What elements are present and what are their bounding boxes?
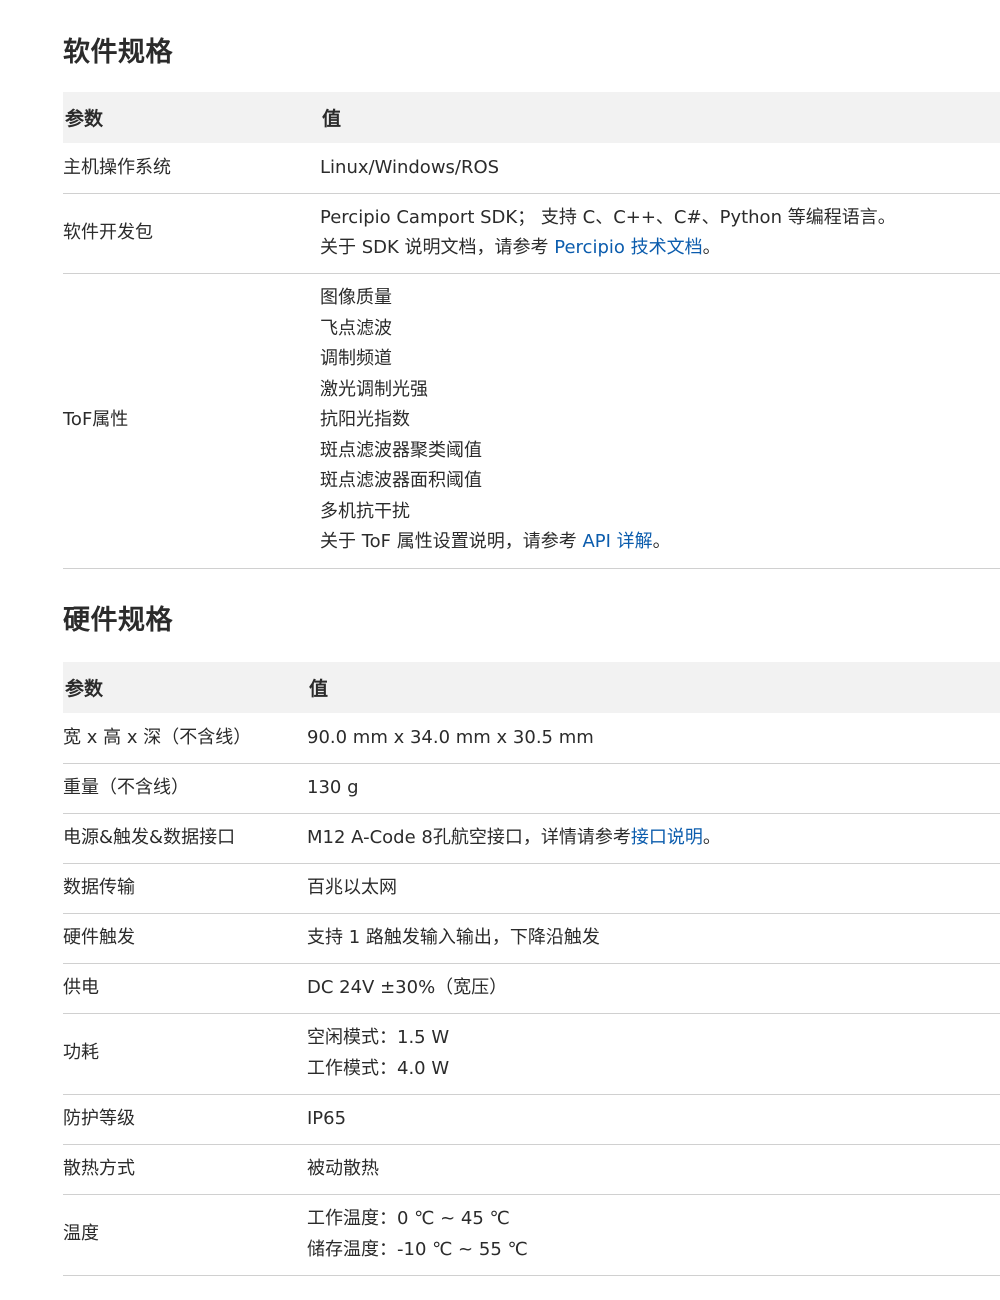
table-row-size: 宽 x 高 x 深（不含线） 90.0 mm x 34.0 mm x 30.5 … <box>63 713 1000 764</box>
software-spec-table: 参数 值 主机操作系统 Linux/Windows/ROS 软件开发包 Perc… <box>63 92 1000 569</box>
param-cell: 主机操作系统 <box>63 143 320 194</box>
value-header: 值 <box>307 662 1000 713</box>
table-header-row: 参数 值 <box>63 92 1000 143</box>
hardware-spec-table: 参数 值 宽 x 高 x 深（不含线） 90.0 mm x 34.0 mm x … <box>63 662 1000 1276</box>
value-header: 值 <box>320 92 1000 143</box>
param-cell: 重量（不含线） <box>63 763 307 814</box>
table-row-transfer: 数据传输 百兆以太网 <box>63 863 1000 914</box>
port-value-prefix: M12 A-Code 8孔航空接口，详情请参考 <box>307 826 631 848</box>
value-cell: Percipio Camport SDK； 支持 C、C++、C#、Python… <box>320 193 1000 274</box>
tof-note-suffix: 。 <box>652 531 671 553</box>
tof-item: 多机抗干扰 <box>320 500 410 522</box>
value-cell: IP65 <box>307 1094 1000 1145</box>
tof-item: 图像质量 <box>320 287 392 309</box>
param-cell: 防护等级 <box>63 1094 307 1145</box>
table-row-power: 供电 DC 24V ±30%（宽压） <box>63 963 1000 1014</box>
param-cell: 宽 x 高 x 深（不含线） <box>63 713 307 764</box>
value-cell: 工作温度：0 ℃ ~ 45 ℃ 储存温度：-10 ℃ ~ 55 ℃ <box>307 1194 1000 1276</box>
sdk-doc-line: 关于 SDK 说明文档，请参考 Percipio 技术文档。 <box>320 233 1000 264</box>
percipio-docs-link[interactable]: Percipio 技术文档 <box>554 237 702 258</box>
table-row-tof: ToF属性 图像质量 飞点滤波 调制频道 激光调制光强 抗阳光指数 斑点滤波器聚… <box>63 273 1000 569</box>
storage-temp-text: 储存温度：-10 ℃ ~ 55 ℃ <box>307 1238 528 1260</box>
table-row-port: 电源&触发&数据接口 M12 A-Code 8孔航空接口，详情请参考接口说明。 <box>63 813 1000 864</box>
tof-item: 抗阳光指数 <box>320 409 410 431</box>
param-cell: 电源&触发&数据接口 <box>63 813 307 864</box>
table-row-consumption: 功耗 空闲模式：1.5 W 工作模式：4.0 W <box>63 1013 1000 1095</box>
param-cell: 功耗 <box>63 1013 307 1095</box>
software-spec-title: 软件规格 <box>63 37 173 68</box>
param-cell: 硬件触发 <box>63 913 307 964</box>
table-row-cooling: 散热方式 被动散热 <box>63 1144 1000 1195</box>
tof-item: 斑点滤波器面积阈值 <box>320 470 482 492</box>
sdk-doc-prefix: 关于 SDK 说明文档，请参考 <box>320 237 555 258</box>
param-cell: 供电 <box>63 963 307 1014</box>
value-cell: 图像质量 飞点滤波 调制频道 激光调制光强 抗阳光指数 斑点滤波器聚类阈值 斑点… <box>320 273 1000 569</box>
param-cell: 数据传输 <box>63 863 307 914</box>
value-cell: 支持 1 路触发输入输出，下降沿触发 <box>307 913 1000 964</box>
param-cell: 温度 <box>63 1194 307 1276</box>
param-cell: 散热方式 <box>63 1144 307 1195</box>
param-cell: 软件开发包 <box>63 193 320 274</box>
value-cell: Linux/Windows/ROS <box>320 143 1000 194</box>
value-cell: 被动散热 <box>307 1144 1000 1195</box>
value-cell: 百兆以太网 <box>307 863 1000 914</box>
port-value-suffix: 。 <box>702 826 721 848</box>
table-row-sdk: 软件开发包 Percipio Camport SDK； 支持 C、C++、C#、… <box>63 193 1000 274</box>
interface-doc-link[interactable]: 接口说明 <box>631 827 703 848</box>
table-row-os: 主机操作系统 Linux/Windows/ROS <box>63 143 1000 194</box>
param-header: 参数 <box>63 92 320 143</box>
sdk-doc-suffix: 。 <box>702 237 721 258</box>
tof-item: 飞点滤波 <box>320 317 392 339</box>
tof-note-prefix: 关于 ToF 属性设置说明，请参考 <box>320 531 583 553</box>
param-header: 参数 <box>63 662 307 713</box>
sdk-languages-text: Percipio Camport SDK； 支持 C、C++、C#、Python… <box>320 206 896 228</box>
value-cell: DC 24V ±30%（宽压） <box>307 963 1000 1014</box>
value-cell: M12 A-Code 8孔航空接口，详情请参考接口说明。 <box>307 813 1000 864</box>
table-row-trigger: 硬件触发 支持 1 路触发输入输出，下降沿触发 <box>63 913 1000 964</box>
param-cell: ToF属性 <box>63 273 320 569</box>
tof-note-line: 关于 ToF 属性设置说明，请参考 API 详解。 <box>320 527 1000 558</box>
value-cell: 90.0 mm x 34.0 mm x 30.5 mm <box>307 713 1000 764</box>
table-header-row: 参数 值 <box>63 662 1000 713</box>
table-row-protection: 防护等级 IP65 <box>63 1094 1000 1145</box>
table-row-weight: 重量（不含线） 130 g <box>63 763 1000 814</box>
table-row-temperature: 温度 工作温度：0 ℃ ~ 45 ℃ 储存温度：-10 ℃ ~ 55 ℃ <box>63 1194 1000 1276</box>
tof-item: 斑点滤波器聚类阈值 <box>320 439 482 461</box>
working-power-text: 工作模式：4.0 W <box>307 1057 450 1079</box>
operating-temp-text: 工作温度：0 ℃ ~ 45 ℃ <box>307 1208 510 1229</box>
value-cell: 空闲模式：1.5 W 工作模式：4.0 W <box>307 1013 1000 1095</box>
api-details-link[interactable]: API 详解 <box>582 531 652 552</box>
value-cell: 130 g <box>307 763 1000 814</box>
tof-item: 调制频道 <box>320 348 392 370</box>
hardware-spec-title: 硬件规格 <box>63 605 173 636</box>
idle-power-text: 空闲模式：1.5 W <box>307 1027 450 1048</box>
tof-item: 激光调制光强 <box>320 378 428 400</box>
